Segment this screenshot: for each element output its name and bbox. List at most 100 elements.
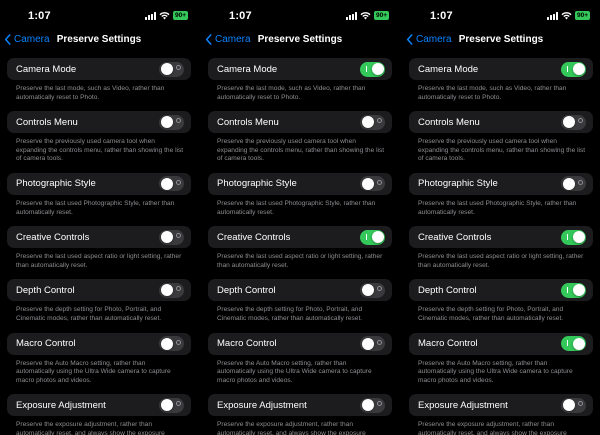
setting-label: Macro Control [217, 338, 277, 350]
setting-row: Photographic Style [409, 172, 593, 195]
creative-controls-toggle[interactable] [159, 229, 184, 245]
setting-depth-control: Depth Control Preserve the depth setting … [201, 279, 399, 323]
cellular-signal-icon [144, 11, 156, 20]
setting-label: Photographic Style [217, 178, 297, 190]
setting-description: Preserve the depth setting for Photo, Po… [418, 306, 564, 322]
toggle-knob [572, 337, 585, 350]
phone-screen-1: 1:07 90+ Camera Preserve Settings Camera… [0, 0, 198, 435]
camera-mode-toggle[interactable] [360, 61, 385, 77]
setting-row: Macro Control [409, 332, 593, 355]
setting-description: Preserve the exposure adjustment, rather… [418, 421, 567, 435]
toggle-off-mark-icon [377, 286, 382, 292]
depth-control-toggle[interactable] [159, 282, 184, 298]
toggle-knob [160, 116, 173, 129]
battery-icon: 90+ [373, 11, 389, 20]
setting-label: Depth Control [418, 284, 477, 296]
status-time: 1:07 [229, 10, 252, 22]
setting-label: Controls Menu [418, 116, 480, 128]
creative-controls-toggle[interactable] [561, 229, 586, 245]
setting-description: Preserve the last used Photographic Styl… [16, 199, 175, 216]
toggle-knob [361, 337, 374, 350]
setting-creative-controls: Creative Controls Preserve the last used … [0, 226, 198, 270]
toggle-knob [160, 284, 173, 297]
setting-label: Photographic Style [418, 178, 498, 190]
setting-row: Creative Controls [7, 226, 191, 249]
exposure-adjustment-toggle[interactable] [561, 397, 586, 413]
controls-menu-toggle[interactable] [360, 114, 385, 130]
toggle-knob [562, 116, 575, 129]
setting-photographic-style: Photographic Style Preserve the last used… [201, 172, 399, 217]
setting-exposure-adjustment: Exposure Adjustment Preserve the exposure… [402, 394, 600, 435]
exposure-adjustment-toggle[interactable] [360, 397, 385, 413]
toggle-knob [361, 116, 374, 129]
setting-label: Macro Control [16, 338, 76, 350]
settings-list: Camera Mode Preserve the last mode, such … [201, 50, 399, 435]
wifi-icon [159, 11, 170, 19]
toggle-knob [160, 231, 173, 244]
back-button[interactable]: Camera [406, 34, 452, 45]
setting-row: Depth Control [7, 279, 191, 302]
toggle-knob [562, 399, 575, 412]
macro-control-toggle[interactable] [159, 336, 184, 352]
macro-control-toggle[interactable] [561, 336, 586, 352]
photographic-style-toggle[interactable] [159, 176, 184, 192]
status-time: 1:07 [430, 10, 453, 22]
back-button[interactable]: Camera [205, 34, 251, 45]
settings-list: Camera Mode Preserve the last mode, such … [0, 50, 198, 435]
toggle-knob [371, 63, 384, 75]
setting-label: Macro Control [418, 338, 478, 350]
setting-label: Camera Mode [217, 63, 278, 75]
back-button[interactable]: Camera [4, 34, 50, 45]
toggle-knob [160, 63, 173, 75]
setting-photographic-style: Photographic Style Preserve the last used… [0, 172, 198, 217]
toggle-on-mark-icon [567, 233, 568, 240]
toggle-off-mark-icon [377, 118, 382, 124]
setting-camera-mode: Camera Mode Preserve the last mode, such … [402, 58, 600, 102]
toggle-knob [572, 231, 585, 244]
depth-control-toggle[interactable] [360, 282, 385, 298]
macro-control-toggle[interactable] [360, 336, 385, 352]
setting-row: Creative Controls [208, 226, 392, 249]
controls-menu-toggle[interactable] [561, 114, 586, 130]
status-bar: 1:07 90+ [0, 0, 198, 30]
camera-mode-toggle[interactable] [159, 61, 184, 77]
setting-macro-control: Macro Control Preserve the Auto Macro set… [0, 332, 198, 386]
controls-menu-toggle[interactable] [159, 114, 184, 130]
setting-description: Preserve the Auto Macro setting, rather … [217, 359, 372, 384]
setting-label: Depth Control [217, 284, 276, 296]
toggle-off-mark-icon [176, 118, 181, 124]
setting-label: Depth Control [16, 284, 75, 296]
settings-list: Camera Mode Preserve the last mode, such … [402, 50, 600, 435]
setting-label: Creative Controls [418, 231, 492, 243]
camera-mode-toggle[interactable] [561, 61, 586, 77]
toggle-on-mark-icon [567, 340, 568, 347]
toggle-on-mark-icon [567, 65, 568, 72]
setting-row: Photographic Style [7, 172, 191, 195]
creative-controls-toggle[interactable] [360, 229, 385, 245]
setting-row: Depth Control [409, 279, 593, 302]
setting-creative-controls: Creative Controls Preserve the last used … [402, 226, 600, 270]
status-icons: 90+ [144, 11, 188, 20]
toggle-on-mark-icon [366, 233, 367, 240]
depth-control-toggle[interactable] [561, 282, 586, 298]
setting-description: Preserve the Auto Macro setting, rather … [418, 359, 573, 384]
photographic-style-toggle[interactable] [561, 176, 586, 192]
toggle-knob [160, 177, 173, 190]
setting-label: Camera Mode [418, 63, 479, 75]
toggle-off-mark-icon [578, 179, 583, 185]
setting-description: Preserve the last used Photographic Styl… [217, 199, 376, 216]
exposure-adjustment-toggle[interactable] [159, 397, 184, 413]
setting-description: Preserve the last mode, such as Video, r… [16, 85, 165, 101]
setting-row: Camera Mode [409, 58, 593, 80]
setting-macro-control: Macro Control Preserve the Auto Macro set… [402, 332, 600, 386]
toggle-off-mark-icon [176, 339, 181, 345]
setting-label: Controls Menu [217, 116, 279, 128]
back-label: Camera [215, 34, 251, 45]
photographic-style-toggle[interactable] [360, 176, 385, 192]
setting-description: Preserve the last used aspect ratio or l… [16, 253, 182, 269]
toggle-off-mark-icon [578, 401, 583, 407]
wifi-icon [561, 11, 572, 19]
setting-row: Controls Menu [208, 111, 392, 134]
toggle-off-mark-icon [377, 401, 382, 407]
setting-description: Preserve the previously used camera tool… [16, 138, 184, 163]
